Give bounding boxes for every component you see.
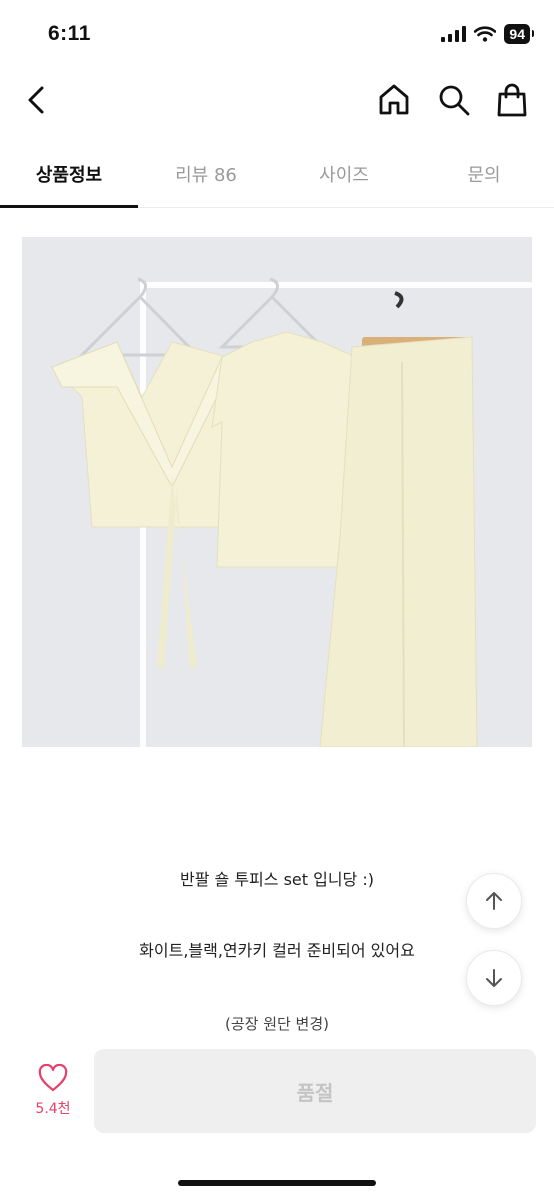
search-icon [439,85,470,116]
product-tabs: 상품정보 리뷰 86 사이즈 문의 [0,140,554,208]
status-bar: 6:11 94 [0,0,554,66]
search-button[interactable] [436,82,472,118]
product-image[interactable] [22,237,532,747]
home-button[interactable] [376,82,412,118]
like-count: 5.4천 [35,1101,71,1117]
arrow-down-icon [486,969,502,987]
heart-icon [38,1063,68,1092]
scroll-top-button[interactable] [466,873,522,929]
back-button[interactable] [20,82,56,118]
chevron-left-icon [28,86,44,114]
description-note: (공장 원단 변경) [224,1015,330,1033]
shopping-bag-icon [497,83,527,117]
status-indicators: 94 [441,24,534,44]
like-button[interactable]: 5.4천 [20,1063,86,1126]
arrow-up-icon [486,892,502,910]
status-time: 6:11 [48,22,91,45]
product-photo [22,237,532,747]
description-line: 화이트,블랙,연카키 컬러 준비되어 있어요 [139,941,415,960]
cellular-signal-icon [441,26,467,42]
home-icon [379,84,409,115]
shopping-bag-button[interactable] [494,82,530,118]
tab-product-info[interactable]: 상품정보 [0,140,138,208]
tab-size[interactable]: 사이즈 [274,140,414,207]
battery-icon: 94 [504,24,534,44]
tab-inquiry[interactable]: 문의 [414,140,554,207]
wifi-icon [474,26,497,42]
home-indicator [178,1180,376,1186]
top-navigation [0,66,554,136]
tab-reviews[interactable]: 리뷰 86 [138,140,274,207]
sold-out-button[interactable]: 품절 [94,1049,536,1133]
scroll-bottom-button[interactable] [466,950,522,1006]
